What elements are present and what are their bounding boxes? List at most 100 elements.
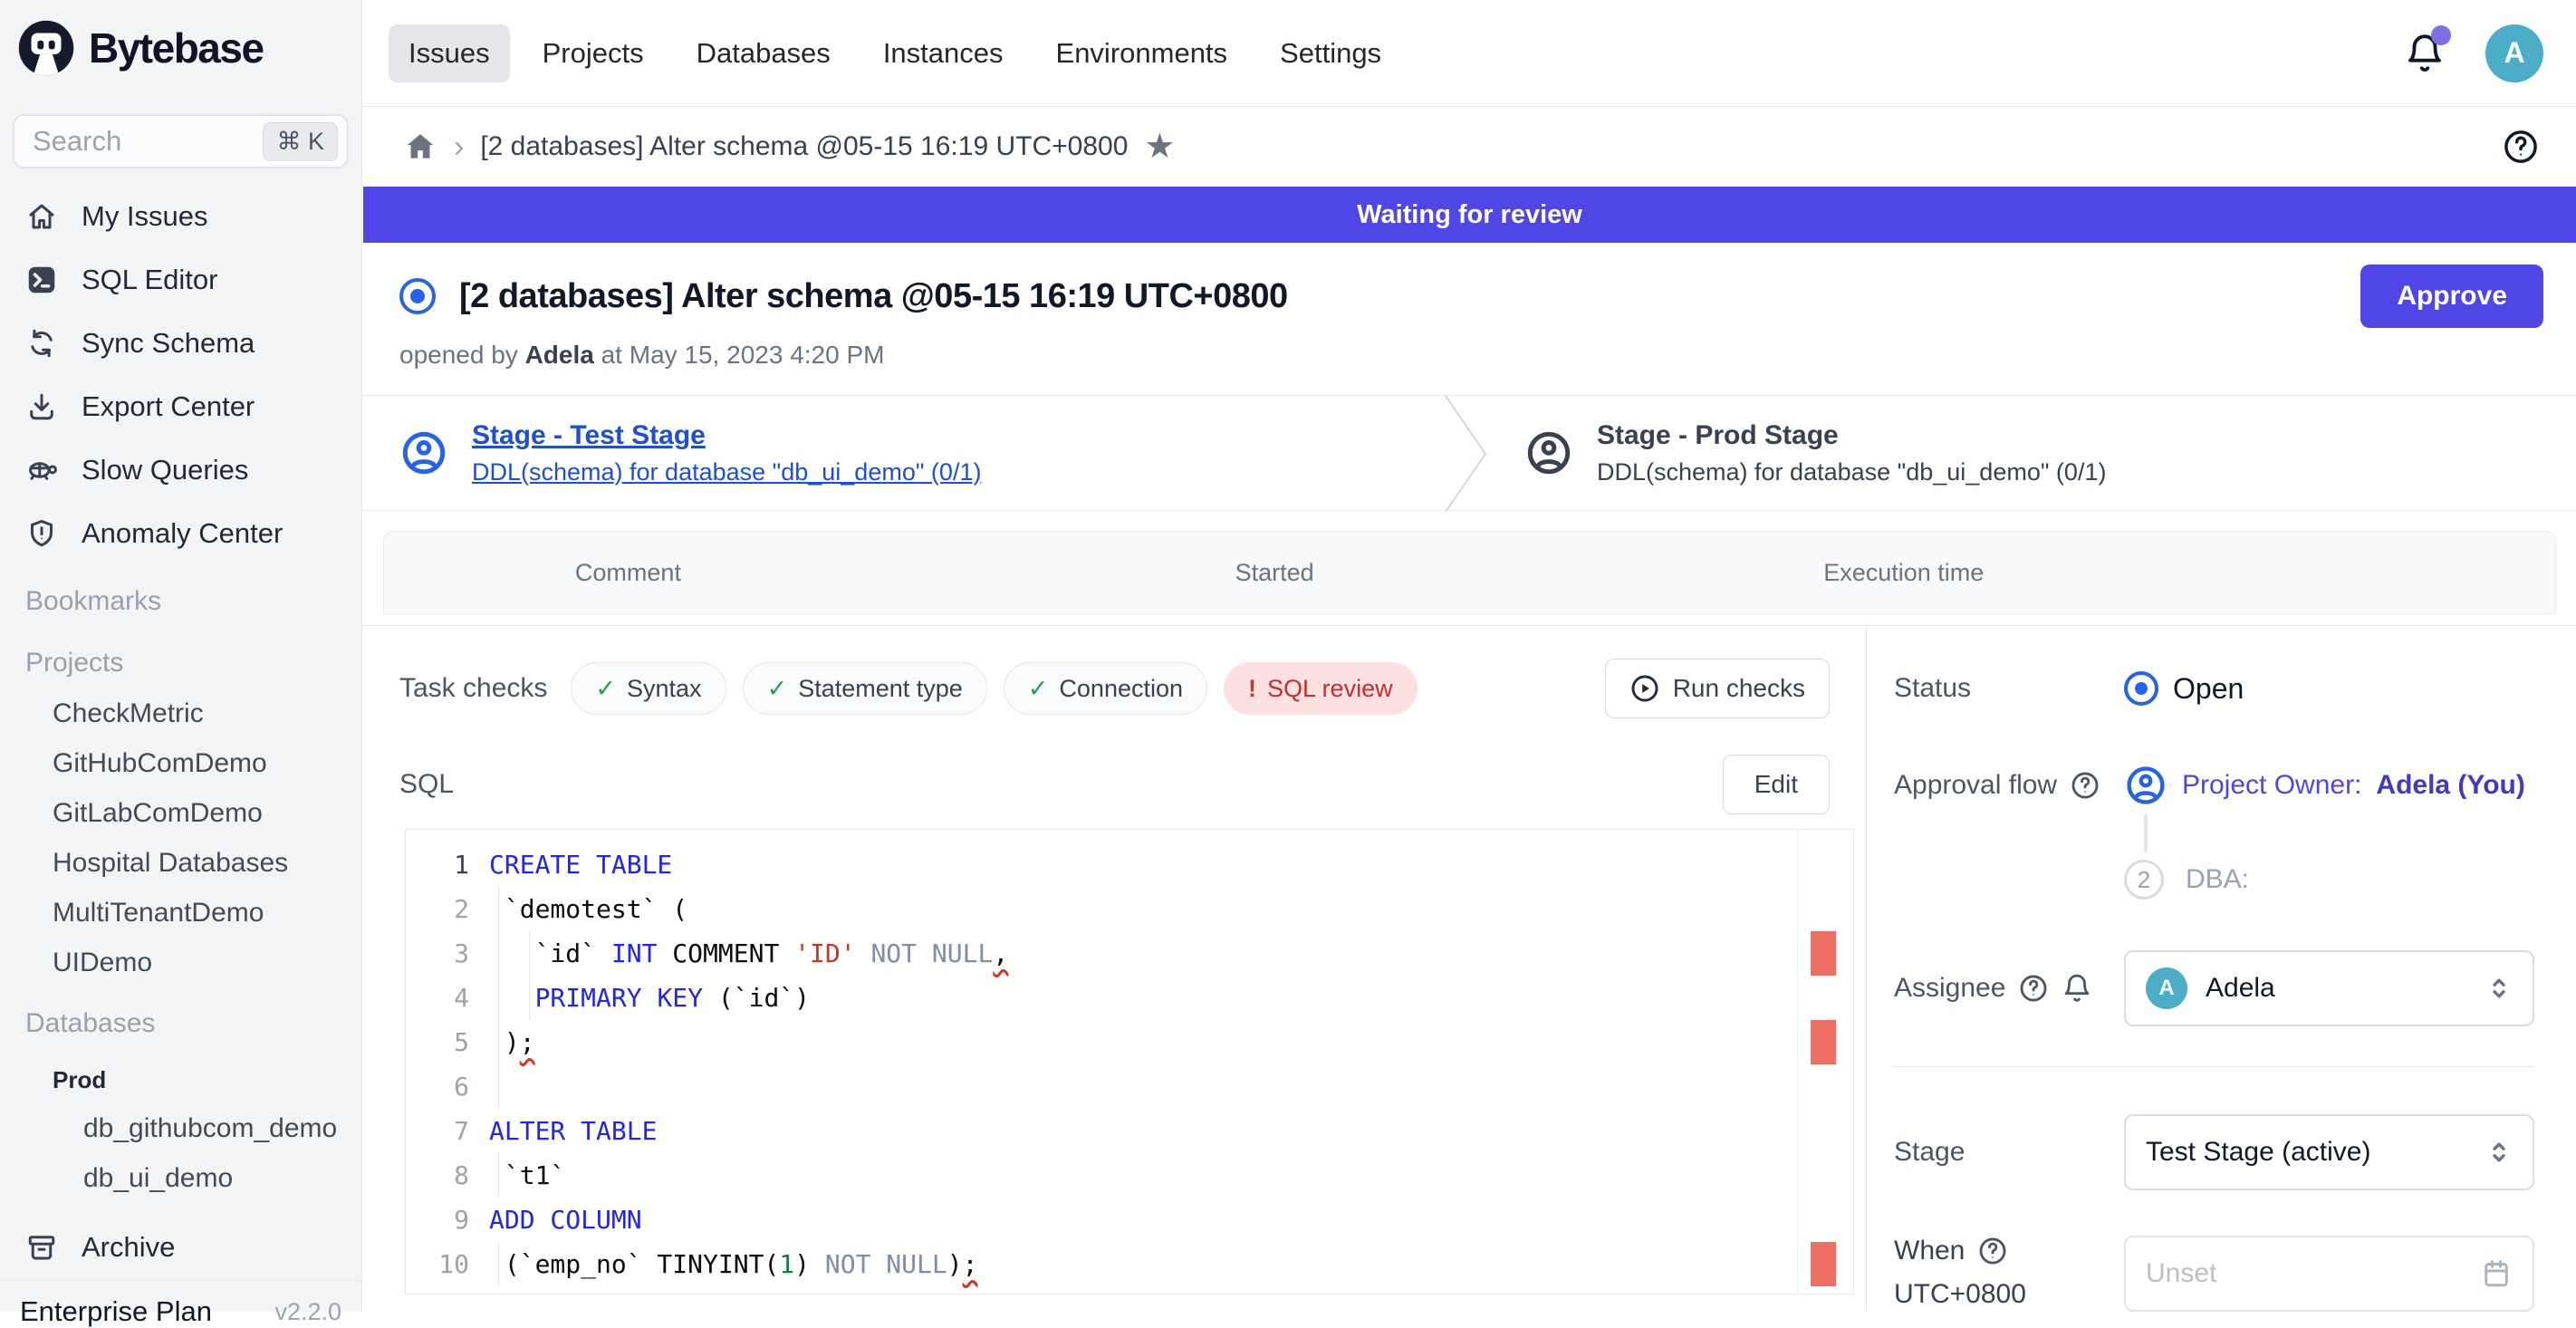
sidebar-item-label: Slow Queries	[82, 454, 248, 486]
search-shortcut: ⌘ K	[263, 122, 338, 161]
code-line: 5 );	[406, 1020, 1853, 1064]
top-nav: IssuesProjectsDatabasesInstancesEnvironm…	[389, 24, 1401, 82]
stage-name[interactable]: Stage - Test Stage	[472, 420, 981, 451]
line-number: 6	[406, 1072, 489, 1102]
stage-name[interactable]: Stage - Prod Stage	[1597, 420, 2106, 451]
indent-guide	[498, 887, 499, 931]
status-banner: Waiting for review	[363, 187, 2576, 243]
nav-item-instances[interactable]: Instances	[863, 24, 1024, 82]
project-item[interactable]: GitLabComDemo	[0, 788, 361, 838]
check-pill-syntax[interactable]: ✓Syntax	[571, 662, 726, 715]
assignee-label: Assignee	[1894, 973, 2124, 1004]
line-number: 3	[406, 938, 489, 968]
nav-item-issues[interactable]: Issues	[389, 24, 510, 82]
edit-button[interactable]: Edit	[1723, 755, 1830, 814]
line-number: 8	[406, 1160, 489, 1190]
check-label: SQL review	[1267, 675, 1393, 703]
code-line: 4 PRIMARY KEY (`id`)	[406, 976, 1853, 1020]
sidebar-main-list: My IssuesSQL EditorSync SchemaExport Cen…	[0, 185, 361, 565]
code-line: 3 `id` INT COMMENT 'ID' NOT NULL,	[406, 931, 1853, 976]
nav-item-databases[interactable]: Databases	[677, 24, 851, 82]
when-datetime-input[interactable]: Unset	[2124, 1236, 2534, 1312]
line-number: 5	[406, 1027, 489, 1057]
plan-row[interactable]: Enterprise Plan v2.2.0	[0, 1280, 361, 1328]
person-circle-icon	[399, 428, 448, 477]
approval-flow-label: Approval flow	[1894, 770, 2124, 801]
approval-step2-number: 2	[2124, 860, 2164, 900]
check-pill-connection[interactable]: ✓Connection	[1004, 662, 1207, 715]
indent-guide	[498, 1064, 499, 1109]
brand-name: Bytebase	[89, 24, 264, 72]
when-placeholder: Unset	[2146, 1258, 2480, 1289]
nav-item-settings[interactable]: Settings	[1260, 24, 1401, 82]
status-label: Status	[1894, 673, 2124, 704]
code-line: 8 `t1`	[406, 1153, 1853, 1198]
sidebar-item-my-issues[interactable]: My Issues	[0, 185, 361, 248]
notification-bell-icon[interactable]	[2404, 33, 2446, 74]
check-pill-statement-type[interactable]: ✓Statement type	[743, 662, 987, 715]
main-column: Task checks ✓Syntax✓Statement type✓Conne…	[363, 626, 1866, 1312]
chevron-updown-icon	[2484, 1137, 2514, 1168]
run-checks-label: Run checks	[1673, 674, 1805, 703]
assignee-select[interactable]: A Adela	[2124, 950, 2534, 1026]
stage-select[interactable]: Test Stage (active)	[2124, 1114, 2534, 1190]
nav-item-environments[interactable]: Environments	[1036, 24, 1248, 82]
subscribe-bell-icon[interactable]	[2062, 973, 2092, 1004]
sidebar-section-projects: Projects	[0, 638, 361, 688]
check-pill-sql-review[interactable]: !SQL review	[1224, 662, 1418, 715]
approval-flow-row: Approval flow Project Owner: Adela (You)	[1894, 764, 2534, 807]
sidebar-item-label: Anomaly Center	[82, 517, 283, 550]
approver-person-icon	[2124, 764, 2167, 807]
sql-editor[interactable]: 1CREATE TABLE2 `demotest` (3 `id` INT CO…	[405, 829, 1854, 1294]
breadcrumb-title[interactable]: [2 databases] Alter schema @05-15 16:19 …	[480, 131, 1128, 162]
sidebar-section-databases: Databases	[0, 998, 361, 1049]
search-input[interactable]: Search ⌘ K	[13, 114, 349, 168]
opened-suffix: at May 15, 2023 4:20 PM	[601, 341, 885, 369]
sidebar-item-sql-editor[interactable]: SQL Editor	[0, 248, 361, 312]
help-icon[interactable]	[2018, 973, 2049, 1004]
calendar-icon	[2480, 1257, 2513, 1290]
approval-step1-assignee[interactable]: Adela (You)	[2376, 770, 2524, 801]
check-label: Syntax	[627, 675, 702, 703]
person-circle-icon	[1524, 428, 1573, 477]
plan-name: Enterprise Plan	[20, 1295, 212, 1328]
project-item[interactable]: GitHubComDemo	[0, 738, 361, 788]
sidebar: Bytebase Search ⌘ K My IssuesSQL EditorS…	[0, 0, 362, 1312]
plan-version: v2.2.0	[274, 1298, 341, 1326]
play-circle-icon	[1629, 673, 1660, 704]
pipeline-column-execution-time: Execution time	[1823, 532, 1984, 613]
stage-task-link[interactable]: DDL(schema) for database "db_ui_demo" (0…	[1597, 458, 2106, 486]
user-avatar[interactable]: A	[2485, 24, 2543, 82]
sidebar-section-bookmarks: Bookmarks	[0, 576, 361, 627]
help-icon[interactable]	[2070, 770, 2100, 801]
stage-1[interactable]: Stage - Test Stage DDL(schema) for databa…	[363, 396, 1443, 510]
project-item[interactable]: CheckMetric	[0, 688, 361, 738]
project-item[interactable]: Hospital Databases	[0, 838, 361, 888]
database-item[interactable]: db_ui_demo	[0, 1153, 361, 1203]
topbar-right: A	[2404, 24, 2543, 82]
approve-button[interactable]: Approve	[2360, 265, 2543, 328]
approval-step1-role: Project Owner:	[2182, 770, 2361, 801]
home-icon[interactable]	[403, 130, 437, 164]
sidebar-item-slow-queries[interactable]: Slow Queries	[0, 438, 361, 502]
environment-label: Prod	[0, 1056, 361, 1103]
search-placeholder: Search	[33, 125, 263, 158]
sidebar-item-anomaly-center[interactable]: Anomaly Center	[0, 502, 361, 565]
check-icon: ✓	[1028, 675, 1049, 703]
project-item[interactable]: MultiTenantDemo	[0, 888, 361, 938]
help-icon[interactable]	[1977, 1236, 2008, 1266]
database-item[interactable]: db_githubcom_demo	[0, 1103, 361, 1153]
opened-prefix: opened by	[399, 341, 518, 369]
project-item[interactable]: UIDemo	[0, 938, 361, 987]
run-checks-button[interactable]: Run checks	[1605, 659, 1830, 718]
sidebar-item-archive[interactable]: Archive	[0, 1216, 361, 1279]
nav-item-projects[interactable]: Projects	[523, 24, 664, 82]
brand-logo[interactable]: Bytebase	[0, 0, 361, 78]
star-icon[interactable]: ★	[1144, 130, 1175, 164]
help-icon[interactable]	[2502, 128, 2540, 166]
sidebar-item-export-center[interactable]: Export Center	[0, 375, 361, 438]
stage-task-link[interactable]: DDL(schema) for database "db_ui_demo" (0…	[472, 458, 981, 486]
line-number: 1	[406, 850, 489, 880]
stage-2[interactable]: Stage - Prod Stage DDL(schema) for databa…	[1488, 396, 2106, 510]
sidebar-item-sync-schema[interactable]: Sync Schema	[0, 312, 361, 375]
